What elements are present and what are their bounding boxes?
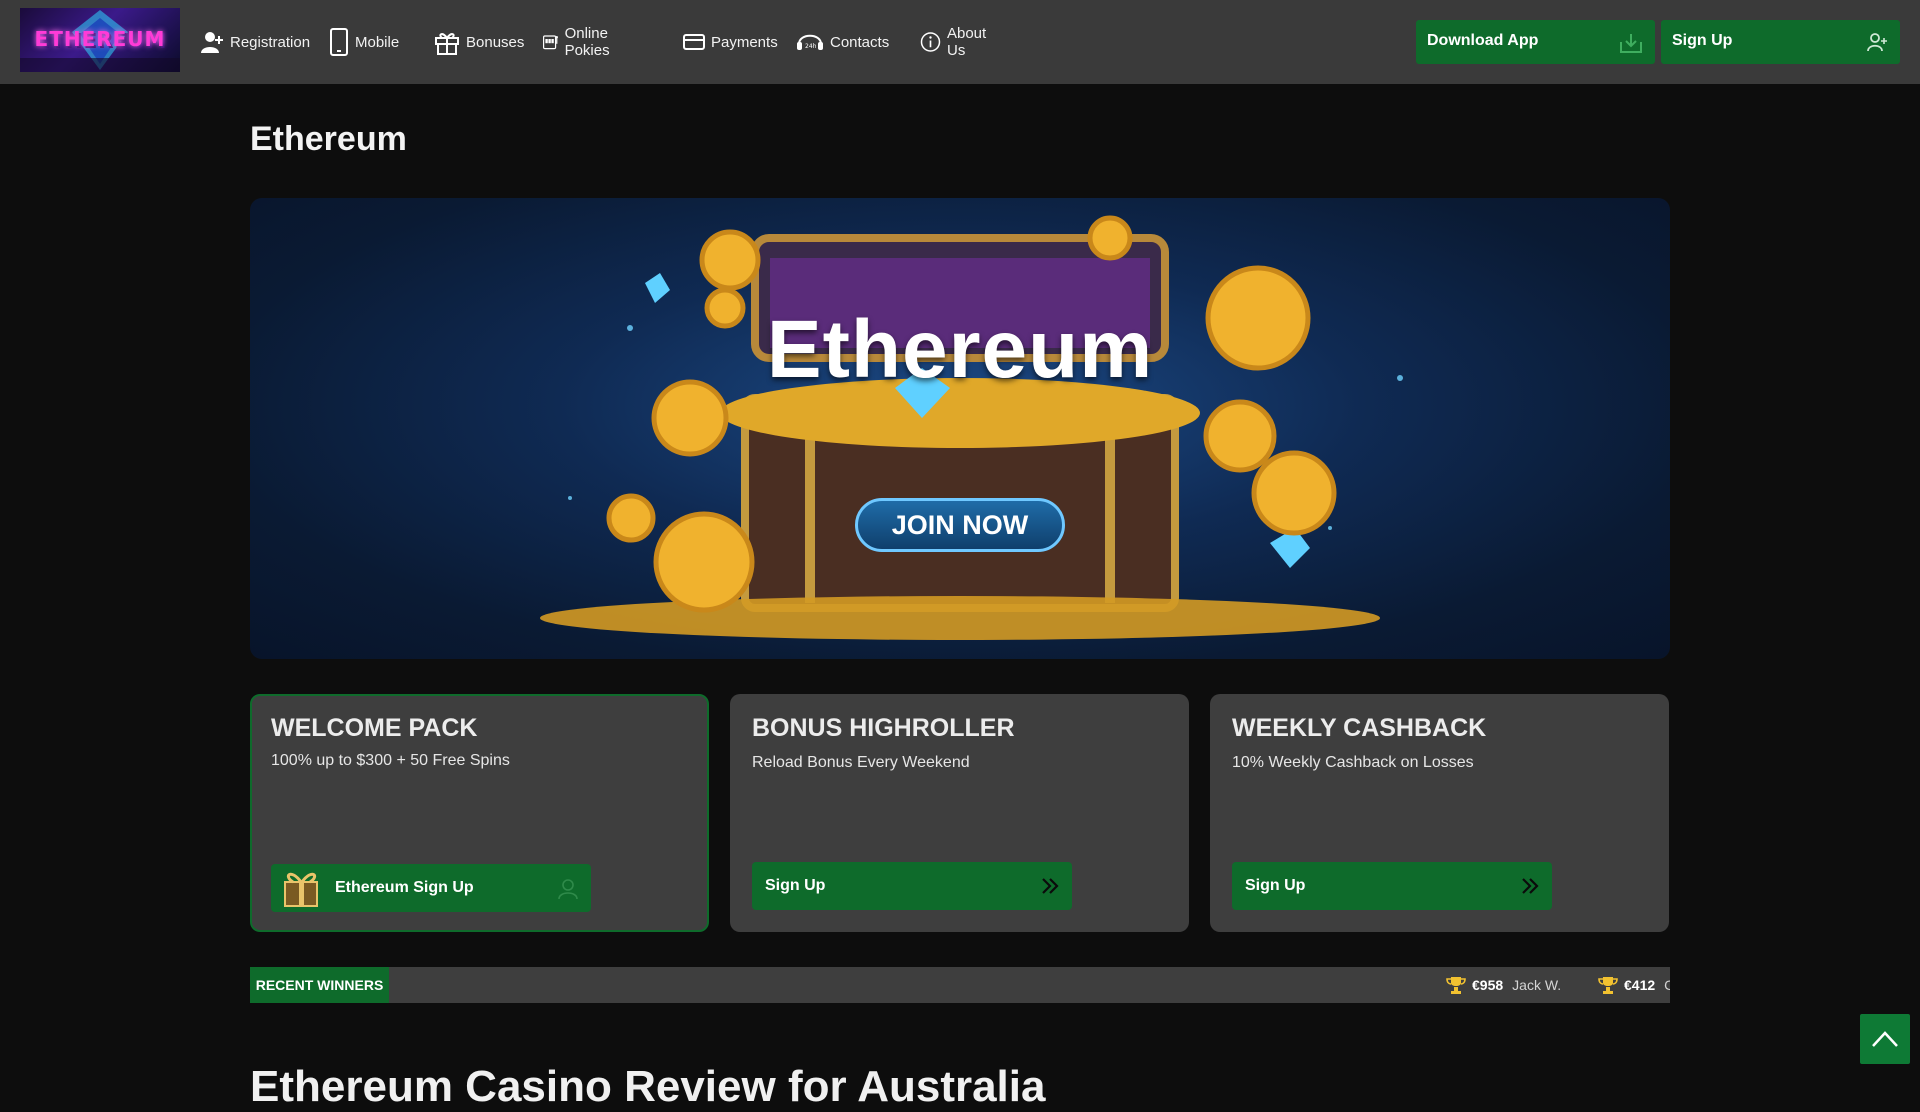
section-heading: Ethereum Casino Review for Australia bbox=[250, 1062, 1046, 1111]
nav-contacts[interactable]: 24h Contacts bbox=[796, 27, 889, 57]
chevron-up-icon bbox=[1872, 1031, 1898, 1047]
promo-card-subtitle: 100% up to $300 + 50 Free Spins bbox=[271, 752, 510, 769]
winner-name: C bbox=[1664, 977, 1670, 993]
header-sign-up-button[interactable]: Sign Up bbox=[1661, 20, 1900, 64]
user-icon bbox=[1867, 33, 1887, 52]
hero-banner[interactable]: Ethereum JOIN NOW bbox=[250, 198, 1670, 659]
user-plus-icon bbox=[201, 32, 223, 53]
slot-machine-icon bbox=[543, 35, 558, 50]
trophy-icon bbox=[1446, 977, 1466, 994]
nav-registration-label: Registration bbox=[230, 33, 311, 51]
card-icon bbox=[683, 34, 705, 50]
promo-card-title: WEEKLY CASHBACK bbox=[1232, 714, 1487, 742]
promo-card-welcome-pack: WELCOME PACK 100% up to $300 + 50 Free S… bbox=[250, 694, 709, 932]
nav-contacts-label: Contacts bbox=[830, 33, 890, 51]
winner-amount: €958 bbox=[1472, 977, 1504, 993]
promo-card-subtitle: Reload Bonus Every Weekend bbox=[752, 754, 970, 771]
nav-online-pokies-label: Online Pokies bbox=[564, 25, 610, 59]
promo-card-weekly-cashback: WEEKLY CASHBACK 10% Weekly Cashback on L… bbox=[1210, 694, 1669, 932]
winner-name: Jack W. bbox=[1512, 977, 1562, 993]
join-now-button[interactable]: JOIN NOW bbox=[855, 498, 1065, 552]
svg-text:24h: 24h bbox=[805, 43, 817, 50]
site-logo[interactable]: ETHEREUM bbox=[20, 8, 180, 72]
winner-amount: €412 bbox=[1624, 977, 1656, 993]
promo-card-bonus-highroller: BONUS HIGHROLLER Reload Bonus Every Week… bbox=[730, 694, 1189, 932]
promo-card-title: WELCOME PACK bbox=[271, 714, 478, 742]
nav-bonuses-label: Bonuses bbox=[466, 33, 525, 51]
nav-about-us-label: About Us bbox=[946, 25, 987, 59]
header-sign-up-label: Sign Up bbox=[1672, 32, 1733, 49]
nav-payments-label: Payments bbox=[711, 33, 778, 51]
gift-icon bbox=[435, 33, 459, 55]
recent-winners-label: RECENT WINNERS bbox=[250, 967, 389, 1003]
download-icon bbox=[1620, 34, 1642, 53]
nav-mobile-label: Mobile bbox=[355, 33, 400, 51]
promo-card-subtitle: 10% Weekly Cashback on Losses bbox=[1232, 754, 1474, 771]
nav-about-us[interactable]: About Us bbox=[920, 25, 993, 59]
phone-icon bbox=[330, 28, 348, 56]
recent-winners-ticker: RECENT WINNERS €958 Jack W. €412 C bbox=[250, 967, 1670, 1003]
nav-online-pokies[interactable]: Online Pokies bbox=[543, 25, 620, 59]
promo-card-title: BONUS HIGHROLLER bbox=[752, 714, 1015, 742]
cashback-sign-up-button[interactable]: Sign Up bbox=[1232, 862, 1552, 910]
highroller-sign-up-button[interactable]: Sign Up bbox=[752, 862, 1072, 910]
nav-payments[interactable]: Payments bbox=[683, 27, 778, 57]
headset-24-icon: 24h bbox=[797, 34, 823, 50]
ethereum-sign-up-button[interactable]: Ethereum Sign Up bbox=[271, 864, 591, 912]
double-chevron-right-icon bbox=[1522, 878, 1539, 894]
page-title: Ethereum bbox=[250, 120, 407, 158]
user-outline-icon bbox=[558, 879, 578, 900]
trophy-icon bbox=[1598, 977, 1618, 994]
hero-brand-text: Ethereum bbox=[766, 304, 1154, 395]
scroll-to-top-button[interactable] bbox=[1860, 1014, 1910, 1064]
double-chevron-right-icon bbox=[1042, 878, 1059, 894]
info-icon bbox=[920, 32, 941, 52]
nav-mobile[interactable]: Mobile bbox=[329, 27, 399, 57]
nav-bonuses[interactable]: Bonuses bbox=[434, 27, 524, 57]
download-app-label: Download App bbox=[1427, 32, 1539, 49]
logo-text: ETHEREUM bbox=[34, 27, 166, 51]
ethereum-sign-up-label: Ethereum Sign Up bbox=[335, 879, 474, 896]
winner-item: €958 Jack W. bbox=[1446, 967, 1561, 1003]
site-header: ETHEREUM Registration Mobile Bonuses Onl… bbox=[0, 0, 1920, 84]
gift-box-icon bbox=[284, 872, 318, 907]
winner-item: €412 C bbox=[1598, 967, 1670, 1003]
highroller-sign-up-label: Sign Up bbox=[765, 877, 826, 894]
nav-registration[interactable]: Registration bbox=[200, 27, 310, 57]
cashback-sign-up-label: Sign Up bbox=[1245, 877, 1306, 894]
download-app-button[interactable]: Download App bbox=[1416, 20, 1655, 64]
